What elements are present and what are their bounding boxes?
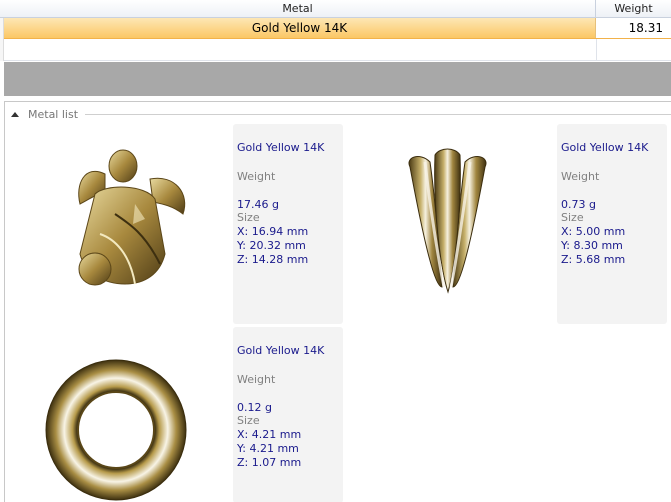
cell-metal[interactable]: Gold Yellow 14K	[4, 18, 596, 38]
metal-info-panel: Gold Yellow 14K Weight 0.73 g Size X: 5.…	[557, 124, 667, 324]
size-z: Z: 5.68 mm	[561, 253, 626, 266]
ring-image	[45, 359, 187, 501]
size-z: Z: 1.07 mm	[237, 456, 302, 469]
size-z: Z: 14.28 mm	[237, 253, 309, 266]
size-label: Size	[237, 414, 260, 427]
size-y: Y: 8.30 mm	[561, 239, 623, 252]
metal-name: Gold Yellow 14K	[561, 141, 649, 154]
weight-value: 0.12 g	[237, 401, 272, 414]
metal-list-panel: Metal list Gold Yellow 14K Weight 17.46 …	[4, 101, 671, 502]
cell-weight[interactable]: 18.31	[596, 18, 671, 38]
collapse-triangle-icon[interactable]	[11, 112, 19, 117]
weight-value: 0.73 g	[561, 198, 596, 211]
size-label: Size	[237, 211, 260, 224]
size-x: X: 16.94 mm	[237, 225, 309, 238]
panel-divider	[85, 114, 671, 115]
metal-name: Gold Yellow 14K	[237, 141, 325, 154]
grid-header: Metal Weight	[0, 0, 671, 18]
size-label: Size	[561, 211, 584, 224]
panel-title: Metal list	[28, 107, 79, 121]
empty-row	[4, 39, 671, 61]
size-x: X: 4.21 mm	[237, 428, 302, 441]
panel-header[interactable]: Metal list	[11, 107, 78, 121]
weight-label: Weight	[237, 170, 276, 183]
size-y: Y: 20.32 mm	[237, 239, 306, 252]
metal-name: Gold Yellow 14K	[237, 344, 325, 357]
metal-grid: Metal Weight Gold Yellow 14K 18.31	[0, 0, 671, 62]
weight-label: Weight	[237, 373, 276, 386]
size-y: Y: 4.21 mm	[237, 442, 299, 455]
weight-value: 17.46 g	[237, 198, 279, 211]
toolbar-band	[4, 62, 671, 96]
column-header-weight[interactable]: Weight	[596, 0, 671, 18]
metal-info-panel: Gold Yellow 14K Weight 0.12 g Size X: 4.…	[233, 327, 343, 502]
weight-label: Weight	[561, 170, 600, 183]
table-row[interactable]: Gold Yellow 14K 18.31	[4, 18, 671, 39]
metal-info-panel: Gold Yellow 14K Weight 17.46 g Size X: 1…	[233, 124, 343, 324]
angel-figurine-image	[78, 149, 186, 286]
column-header-metal[interactable]: Metal	[0, 0, 596, 18]
size-x: X: 5.00 mm	[561, 225, 626, 238]
bell-cap-image	[408, 148, 487, 294]
